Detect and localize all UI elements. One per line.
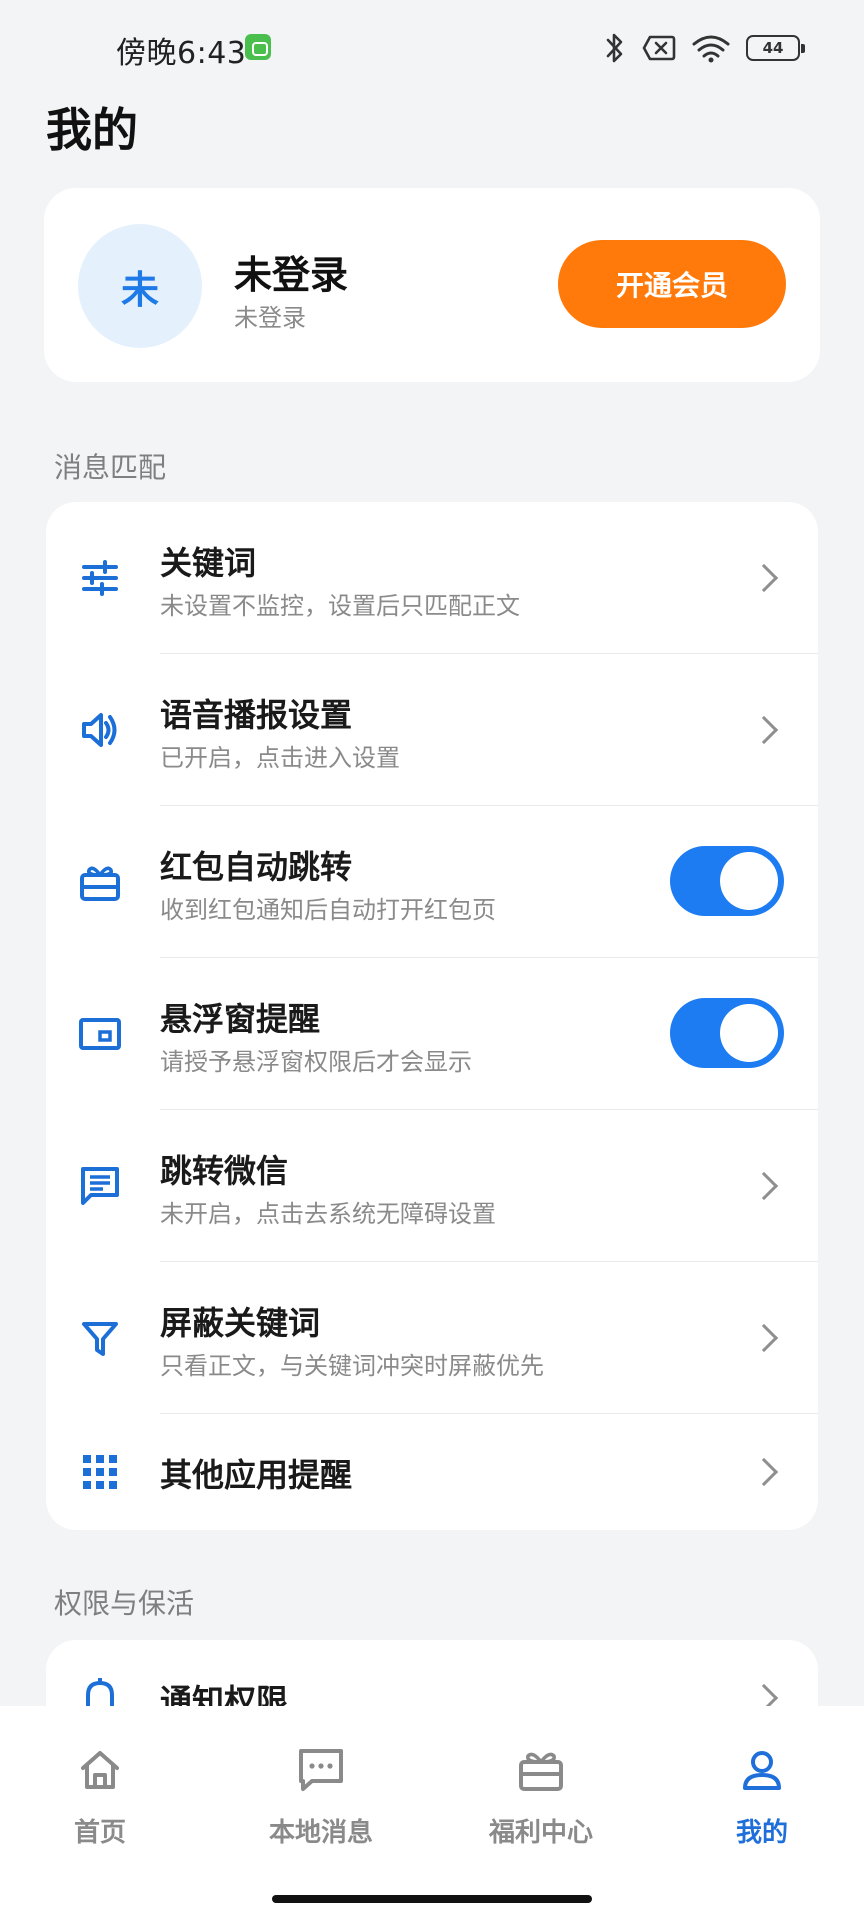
list-item-title: 其他应用提醒 — [160, 1456, 353, 1494]
chevron-right-icon — [749, 563, 779, 593]
filter-icon — [78, 1316, 122, 1360]
list-item-subtitle: 未开启，点击去系统无障碍设置 — [160, 1200, 496, 1228]
chevron-right-icon — [749, 1171, 779, 1201]
app-notification-icon — [245, 34, 271, 60]
status-icons: 44 — [604, 30, 805, 66]
nav-label: 首页 — [73, 1818, 126, 1848]
gift-icon — [515, 1744, 567, 1796]
nav-label: 我的 — [735, 1818, 788, 1848]
chevron-right-icon — [749, 1323, 779, 1353]
nav-local-messages[interactable]: 本地消息 — [221, 1744, 421, 1854]
section-title-message-match: 消息匹配 — [54, 451, 167, 484]
toggle-knob — [720, 1004, 778, 1062]
sliders-icon — [78, 556, 122, 600]
avatar[interactable]: 未 — [78, 224, 202, 348]
list-item-title: 关键词 — [160, 544, 257, 582]
list-item-title: 语音播报设置 — [160, 696, 353, 734]
bottom-navigation: 首页 本地消息 福利中心 我的 — [0, 1706, 864, 1920]
red-packet-jump-toggle[interactable] — [670, 846, 784, 916]
list-item-subtitle: 收到红包通知后自动打开红包页 — [160, 896, 496, 924]
list-item-voice-broadcast[interactable]: 语音播报设置 已开启，点击进入设置 — [46, 654, 818, 806]
chevron-right-icon — [749, 1457, 779, 1487]
battery-level: 44 — [762, 39, 784, 57]
user-icon — [736, 1744, 788, 1796]
nav-label: 福利中心 — [488, 1818, 593, 1848]
list-item-subtitle: 未设置不监控，设置后只匹配正文 — [160, 592, 520, 620]
nav-label: 本地消息 — [268, 1818, 373, 1848]
home-indicator[interactable] — [272, 1895, 592, 1903]
battery-indicator: 44 — [746, 35, 805, 61]
section-title-permissions: 权限与保活 — [54, 1587, 195, 1620]
open-vip-button[interactable]: 开通会员 — [558, 240, 786, 328]
list-item-block-keywords[interactable]: 屏蔽关键词 只看正文，与关键词冲突时屏蔽优先 — [46, 1262, 818, 1414]
list-item-subtitle: 只看正文，与关键词冲突时屏蔽优先 — [160, 1352, 544, 1380]
floating-window-icon — [78, 1012, 122, 1056]
status-time: 傍晚6:43 — [116, 36, 247, 71]
message-settings-list: 关键词 未设置不监控，设置后只匹配正文 语音播报设置 已开启，点击进入设置 红包… — [46, 502, 818, 1530]
list-item-title: 屏蔽关键词 — [160, 1304, 321, 1342]
chevron-right-icon — [749, 715, 779, 745]
list-item-title: 红包自动跳转 — [160, 848, 353, 886]
status-bar: 傍晚6:43 44 — [0, 0, 864, 92]
list-item-red-packet-jump[interactable]: 红包自动跳转 收到红包通知后自动打开红包页 — [46, 806, 818, 958]
list-item-subtitle: 已开启，点击进入设置 — [160, 744, 400, 772]
chat-icon — [78, 1164, 122, 1208]
floating-window-toggle[interactable] — [670, 998, 784, 1068]
nav-welfare-center[interactable]: 福利中心 — [441, 1744, 641, 1854]
home-icon — [74, 1744, 126, 1796]
list-item-jump-wechat[interactable]: 跳转微信 未开启，点击去系统无障碍设置 — [46, 1110, 818, 1262]
list-item-floating-window[interactable]: 悬浮窗提醒 请授予悬浮窗权限后才会显示 — [46, 958, 818, 1110]
wifi-icon — [692, 35, 730, 63]
nav-home[interactable]: 首页 — [0, 1744, 200, 1854]
gift-card-icon — [78, 860, 122, 904]
apps-grid-icon — [78, 1450, 122, 1494]
speaker-icon — [78, 708, 122, 752]
message-icon — [295, 1744, 347, 1796]
list-item-subtitle: 请授予悬浮窗权限后才会显示 — [160, 1048, 472, 1076]
page-title: 我的 — [46, 103, 138, 157]
no-sim-icon — [642, 35, 676, 61]
list-item-other-app-reminder[interactable]: 其他应用提醒 — [46, 1414, 818, 1530]
profile-name[interactable]: 未登录 — [234, 244, 348, 299]
list-item-title: 跳转微信 — [160, 1152, 289, 1190]
toggle-knob — [720, 852, 778, 910]
bluetooth-icon — [606, 33, 623, 63]
list-item-keywords[interactable]: 关键词 未设置不监控，设置后只匹配正文 — [46, 502, 818, 654]
profile-card[interactable]: 未 未登录 未登录 开通会员 — [44, 188, 820, 382]
profile-subtitle: 未登录 — [234, 304, 306, 332]
list-item-title: 悬浮窗提醒 — [160, 1000, 321, 1038]
nav-mine[interactable]: 我的 — [662, 1744, 862, 1854]
